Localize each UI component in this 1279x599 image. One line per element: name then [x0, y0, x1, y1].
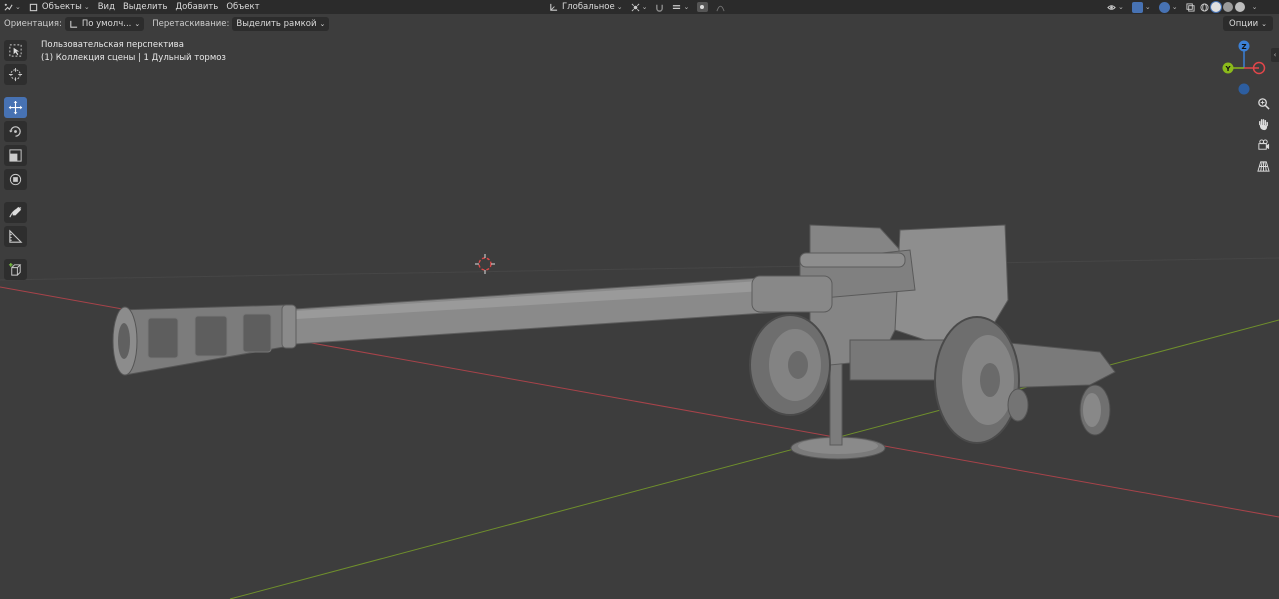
chevron-down-icon: ⌄ [1118, 3, 1124, 11]
proportional-edit-toggle[interactable] [693, 0, 712, 14]
shading-solid[interactable] [1210, 0, 1222, 14]
material-sphere-icon [1222, 2, 1233, 12]
orientation-axes-icon [550, 3, 558, 11]
falloff-dropdown[interactable] [712, 0, 729, 14]
drag-setting-dropdown[interactable]: Выделить рамкой ⌄ [232, 17, 330, 31]
mode-dropdown[interactable]: Объекты ⌄ [25, 0, 94, 14]
chevron-down-icon: ⌄ [83, 3, 90, 11]
xray-toggle[interactable] [1182, 0, 1199, 14]
wireframe-sphere-icon [1200, 2, 1209, 12]
zoom-button[interactable] [1254, 95, 1272, 112]
shading-rendered[interactable] [1234, 0, 1246, 14]
gizmo-neg-z [1238, 83, 1250, 95]
snap-dropdown[interactable]: ⌄ [668, 0, 693, 14]
overlays-icon [1158, 1, 1170, 13]
zoom-icon [1257, 98, 1270, 110]
tool-measure[interactable] [4, 226, 27, 247]
overlays-toggle[interactable]: ⌄ [1155, 0, 1182, 14]
tool-transform[interactable] [4, 169, 27, 190]
navigation-gizmo[interactable]: Z Y [1216, 36, 1272, 96]
orientation-setting-value: По умолч... [81, 19, 132, 29]
orientation-axes-icon [70, 20, 77, 28]
editor-type-icon [4, 3, 13, 11]
eye-icon [1107, 4, 1116, 10]
chevron-down-icon: ⌄ [1251, 3, 1258, 11]
shading-material[interactable] [1222, 0, 1234, 14]
chevron-down-icon: ⌄ [1261, 19, 1267, 28]
camera-icon [1257, 139, 1269, 150]
move-icon [8, 100, 23, 115]
menu-view[interactable]: Вид [94, 0, 119, 14]
viewport-info: Пользовательская перспектива (1) Коллекц… [41, 39, 226, 64]
shading-wireframe[interactable] [1199, 0, 1210, 14]
perspective-toggle-button[interactable] [1254, 158, 1272, 175]
3d-viewport[interactable] [0, 34, 1279, 599]
cursor-icon [8, 67, 23, 82]
chevron-down-icon: ⌄ [641, 3, 648, 11]
orientation-dropdown[interactable]: Глобальное ⌄ [545, 0, 627, 14]
visibility-dropdown[interactable]: ⌄ [1103, 0, 1128, 14]
tool-add-cube[interactable] [4, 259, 27, 280]
grid-icon [1256, 161, 1270, 172]
drag-setting-label: Перетаскивание: [152, 19, 230, 29]
select-box-icon [9, 44, 22, 57]
chevron-left-icon: ‹ [1273, 51, 1277, 59]
camera-view-button[interactable] [1254, 137, 1272, 154]
view-name: Пользовательская перспектива [41, 40, 184, 50]
chevron-down-icon: ⌄ [616, 3, 623, 11]
chevron-down-icon: ⌄ [15, 3, 21, 11]
orientation-setting-dropdown[interactable]: По умолч... ⌄ [64, 17, 145, 31]
tool-annotate[interactable] [4, 202, 27, 223]
ruler-icon [9, 229, 23, 243]
options-label: Опции [1229, 18, 1259, 29]
pencil-icon [9, 206, 22, 218]
falloff-curve-icon [716, 5, 725, 11]
menu-select[interactable]: Выделить [119, 0, 172, 14]
gizmo-z-label: Z [1241, 43, 1246, 51]
sidebar-toggle[interactable]: ‹ [1271, 48, 1279, 62]
gizmo-toggle[interactable]: ⌄ [1128, 0, 1155, 14]
tool-rotate[interactable] [4, 121, 27, 142]
options-dropdown[interactable]: Опции ⌄ [1223, 16, 1273, 31]
proportional-edit-icon [700, 5, 705, 9]
shading-dropdown[interactable]: ⌄ [1246, 0, 1262, 14]
tool-select-box[interactable] [4, 40, 27, 61]
orientation-setting-label: Ориентация: [4, 19, 62, 29]
menu-object[interactable]: Объект [222, 0, 263, 14]
pivot-dropdown[interactable]: ⌄ [627, 0, 652, 14]
viewport-header: ⌄ Объекты ⌄ Вид Выделить Добавить Объект… [0, 0, 1279, 14]
mode-label: Объекты [41, 2, 82, 12]
magnet-icon [656, 4, 664, 12]
pan-button[interactable] [1254, 116, 1272, 133]
xray-icon [1186, 2, 1195, 12]
collection-info: (1) Коллекция сцены | 1 Дульный тормоз [41, 52, 226, 63]
chevron-down-icon: ⌄ [1144, 3, 1151, 11]
tool-cursor[interactable] [4, 64, 27, 85]
drag-setting-value: Выделить рамкой [236, 19, 317, 29]
solid-sphere-icon [1210, 2, 1221, 12]
chevron-down-icon: ⌄ [319, 20, 326, 28]
tool-move[interactable] [4, 97, 27, 118]
tool-scale[interactable] [4, 145, 27, 166]
chevron-down-icon: ⌄ [1171, 3, 1178, 11]
tool-shelf [4, 40, 29, 280]
chevron-down-icon: ⌄ [683, 3, 690, 11]
navigation-buttons [1254, 95, 1272, 175]
gizmo-y-label: Y [1224, 65, 1231, 73]
object-mode-icon [29, 3, 38, 11]
rendered-sphere-icon [1234, 2, 1245, 12]
transform-icon [9, 173, 22, 186]
hand-pan-icon [1258, 119, 1268, 131]
orientation-label: Глобальное [562, 2, 615, 12]
snap-increment-icon [673, 4, 681, 9]
add-cube-icon [8, 262, 22, 276]
menu-add[interactable]: Добавить [172, 0, 223, 14]
rotate-icon [8, 126, 21, 137]
snap-toggle[interactable] [651, 0, 668, 14]
editor-type-button[interactable]: ⌄ [0, 0, 25, 14]
scale-icon [9, 149, 22, 162]
tool-settings-bar: Ориентация: По умолч... ⌄ Перетаскивание… [0, 15, 1279, 33]
chevron-down-icon: ⌄ [134, 20, 141, 28]
pivot-point-icon [631, 3, 639, 11]
